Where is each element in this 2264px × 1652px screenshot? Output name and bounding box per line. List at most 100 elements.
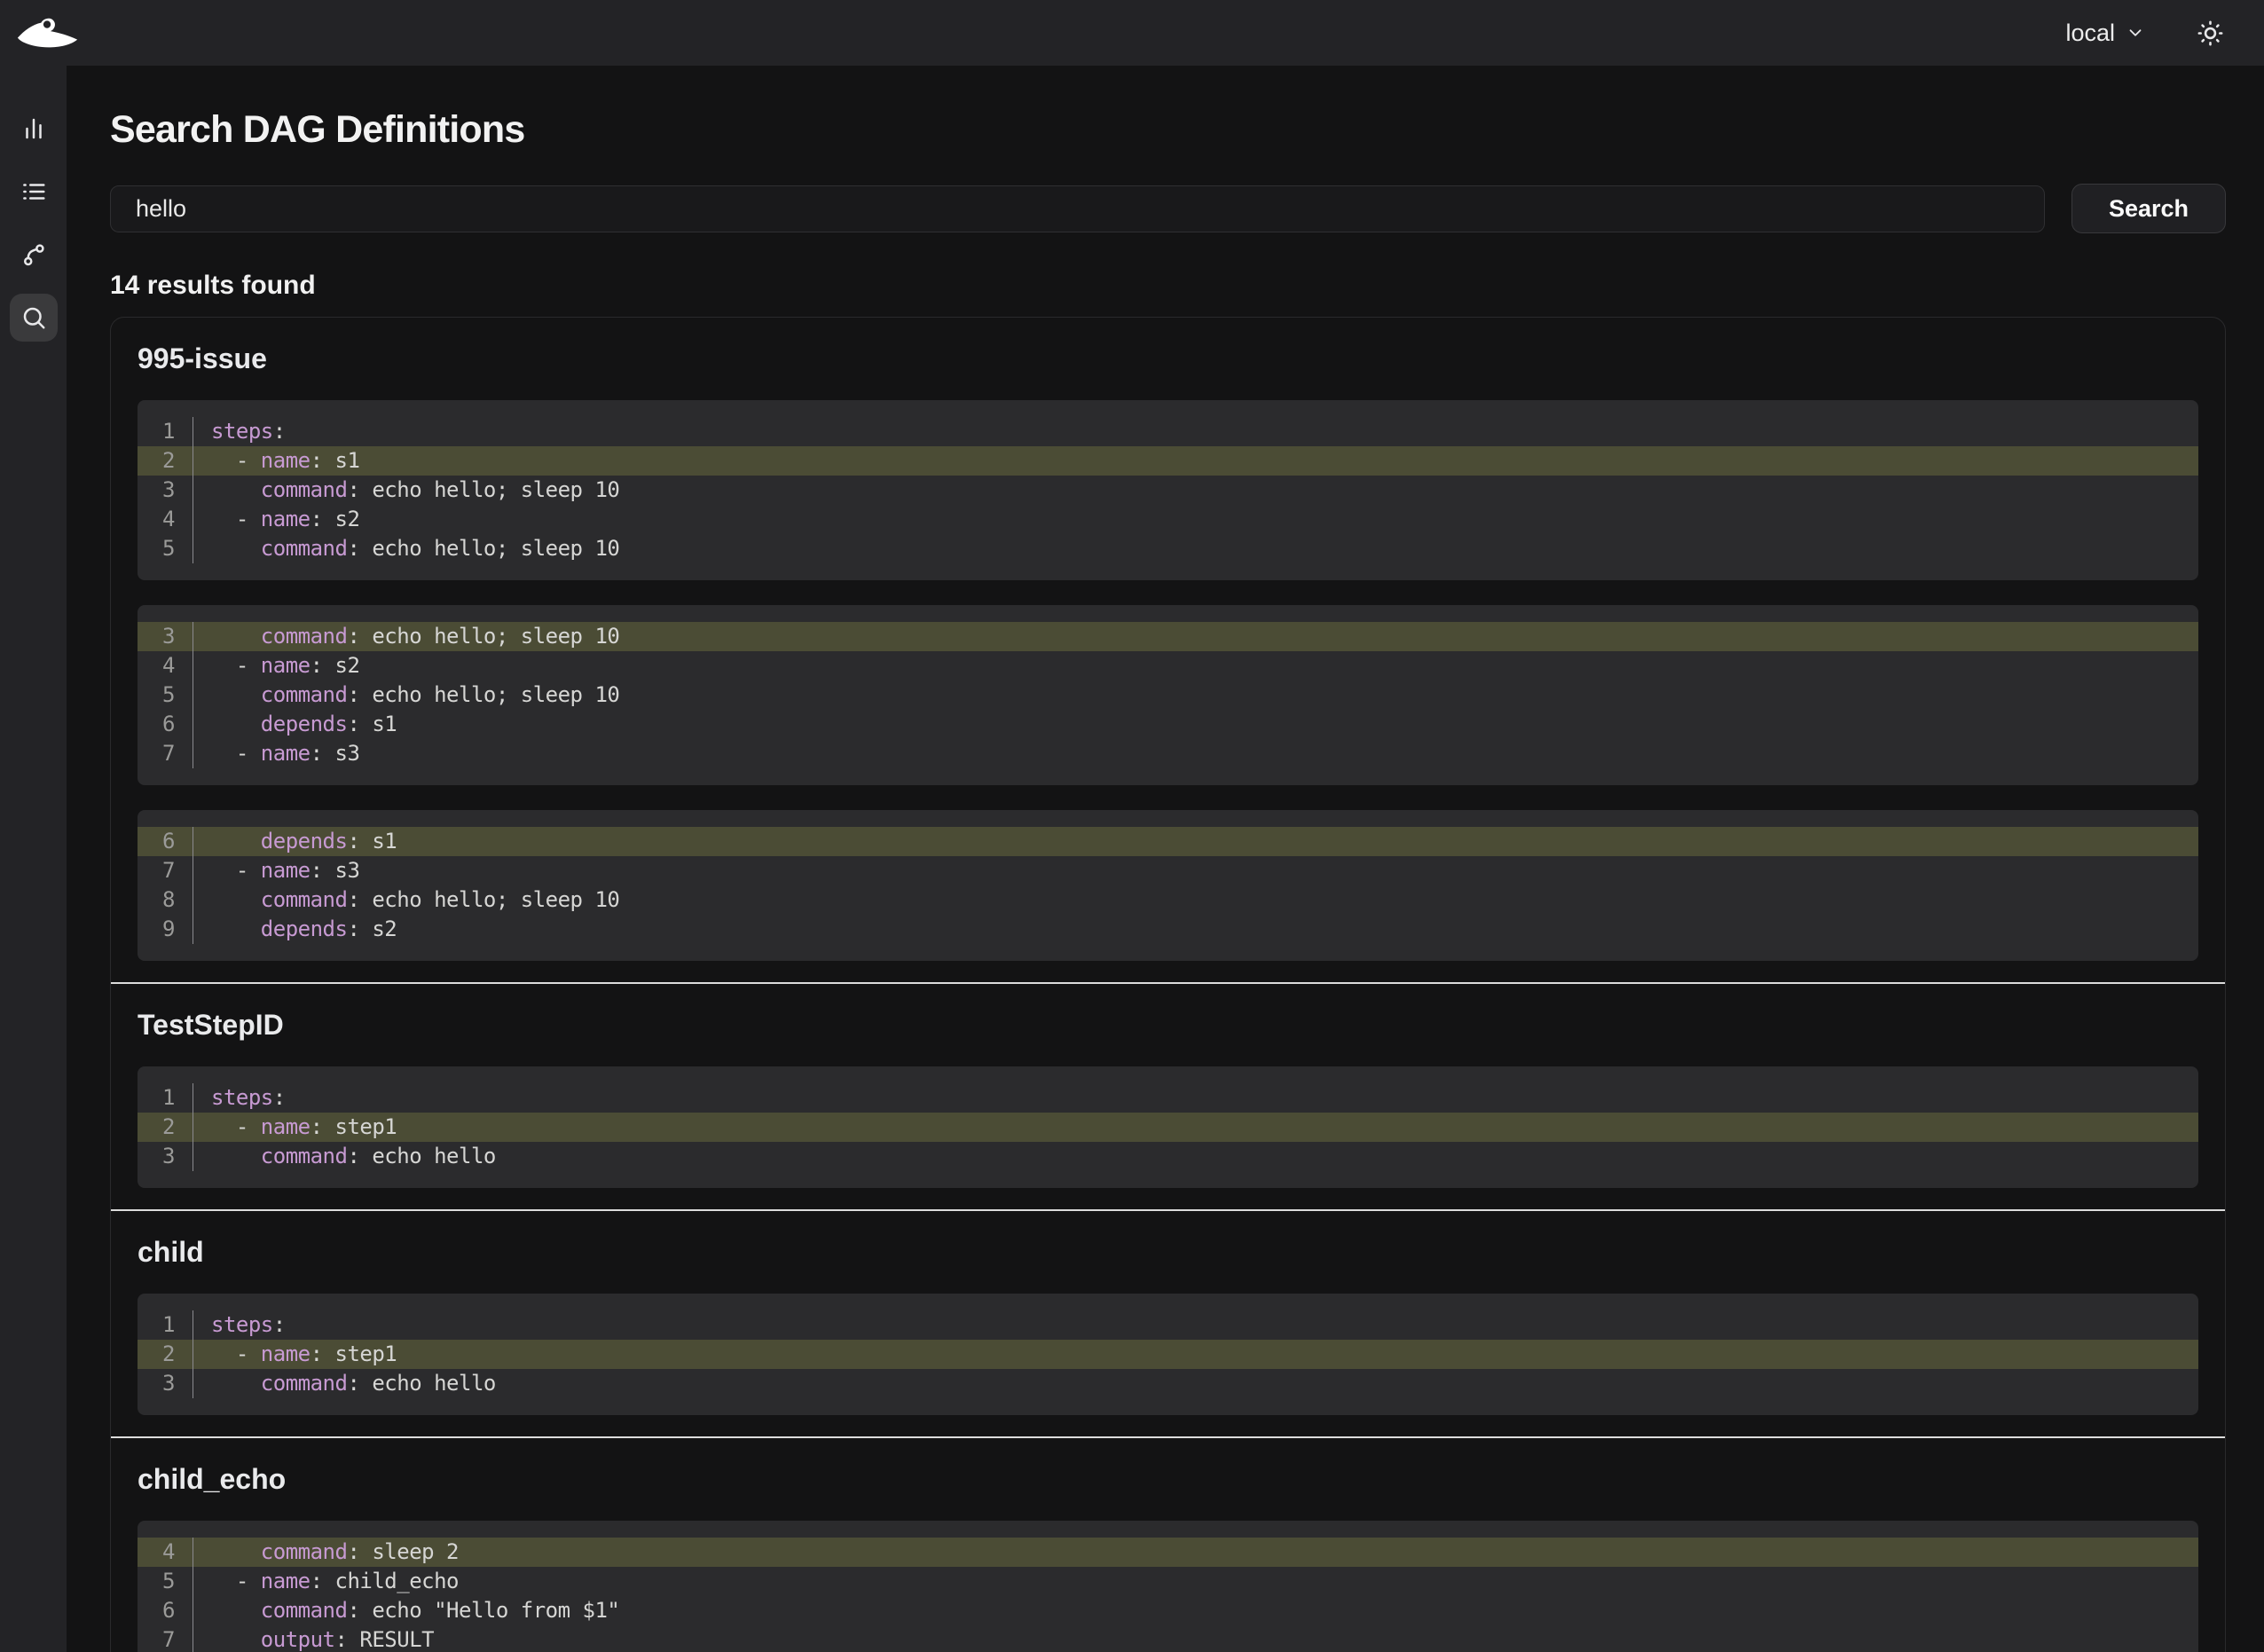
yaml-key: command [261, 624, 348, 649]
theme-toggle-button[interactable] [2197, 20, 2224, 47]
yaml-key: name [261, 1341, 311, 1366]
yaml-key: name [261, 1569, 311, 1593]
code-line: 3 command: echo hello [138, 1142, 2198, 1171]
code-text: command: echo "Hello from $1" [193, 1596, 2198, 1625]
code-text: depends: s2 [193, 915, 2198, 944]
line-number: 6 [138, 1596, 193, 1625]
results-container: 995-issue1steps:2 - name: s13 command: e… [110, 317, 2226, 1652]
main-content: Search DAG Definitions Search 14 results… [67, 66, 2264, 1652]
search-input[interactable] [110, 185, 2045, 232]
dag-definition-snippet[interactable]: 3 command: echo hello; sleep 104 - name:… [138, 605, 2198, 785]
yaml-key: name [261, 507, 311, 531]
dag-definition-snippet[interactable]: 6 depends: s17 - name: s38 command: echo… [138, 810, 2198, 961]
search-result: 995-issue1steps:2 - name: s13 command: e… [111, 318, 2225, 982]
code-text: command: echo hello; sleep 10 [193, 476, 2198, 505]
app-logo[interactable] [16, 13, 85, 52]
dag-name[interactable]: 995-issue [138, 342, 2198, 375]
environment-selector[interactable]: local [2065, 20, 2145, 47]
line-number: 3 [138, 1369, 193, 1398]
code-line: 3 command: echo hello [138, 1369, 2198, 1398]
yaml-key: name [261, 741, 311, 766]
line-number: 5 [138, 680, 193, 710]
code-line-highlighted: 2 - name: s1 [138, 446, 2198, 476]
search-result: TestStepID1steps:2 - name: step13 comman… [111, 982, 2225, 1209]
sidebar-item-workflows[interactable] [10, 231, 58, 279]
sidebar-item-dag-list[interactable] [10, 168, 58, 216]
code-text: - name: s1 [193, 446, 2198, 476]
search-row: Search [110, 184, 2226, 233]
yaml-key: command [261, 887, 348, 912]
sidebar-item-search[interactable] [10, 294, 58, 342]
search-result: child_echo 4 command: sleep 25 - name: ch… [111, 1436, 2225, 1652]
code-line-highlighted: 6 depends: s1 [138, 827, 2198, 856]
yaml-key: command [261, 536, 348, 561]
yaml-key: steps [211, 419, 273, 444]
line-number: 1 [138, 1083, 193, 1113]
code-line: 6 depends: s1 [138, 710, 2198, 739]
results-count: 14 results found [110, 271, 2226, 301]
dag-name[interactable]: child_echo [138, 1463, 2198, 1496]
code-text: steps: [193, 1083, 2198, 1113]
yaml-key: output [261, 1627, 335, 1652]
code-line: 5 command: echo hello; sleep 10 [138, 534, 2198, 563]
code-text: command: echo hello; sleep 10 [193, 680, 2198, 710]
line-number: 4 [138, 651, 193, 680]
yaml-key: name [261, 1114, 311, 1139]
dagu-bird-icon [16, 16, 80, 50]
code-text: - name: s3 [193, 856, 2198, 885]
yaml-key: steps [211, 1085, 273, 1110]
search-button[interactable]: Search [2071, 184, 2226, 233]
code-text: command: echo hello; sleep 10 [193, 622, 2198, 651]
dag-definition-snippet[interactable]: 1steps:2 - name: s13 command: echo hello… [138, 400, 2198, 580]
code-line: 1steps: [138, 417, 2198, 446]
code-line: 3 command: echo hello; sleep 10 [138, 476, 2198, 505]
bar-chart-icon [20, 115, 47, 142]
code-text: - name: step1 [193, 1113, 2198, 1142]
list-icon [20, 178, 47, 205]
code-text: steps: [193, 1310, 2198, 1340]
line-number: 7 [138, 856, 193, 885]
code-line: 4 - name: s2 [138, 651, 2198, 680]
code-text: command: echo hello; sleep 10 [193, 885, 2198, 915]
dag-name[interactable]: child [138, 1236, 2198, 1269]
page-title: Search DAG Definitions [110, 108, 2226, 152]
search-result: child 1steps:2 - name: step13 command: ec… [111, 1209, 2225, 1436]
line-number: 7 [138, 1625, 193, 1652]
line-number: 9 [138, 915, 193, 944]
code-text: - name: step1 [193, 1340, 2198, 1369]
line-number: 5 [138, 1567, 193, 1596]
yaml-key: command [261, 1539, 348, 1564]
yaml-key: command [261, 1144, 348, 1168]
code-text: command: echo hello [193, 1369, 2198, 1398]
yaml-key: name [261, 858, 311, 883]
code-text: depends: s1 [193, 710, 2198, 739]
yaml-key: depends [261, 712, 348, 736]
dag-definition-snippet[interactable]: 1steps:2 - name: step13 command: echo he… [138, 1294, 2198, 1415]
code-line: 5 - name: child_echo [138, 1567, 2198, 1596]
code-line-highlighted: 4 command: sleep 2 [138, 1538, 2198, 1567]
line-number: 4 [138, 505, 193, 534]
top-bar: local [0, 0, 2264, 66]
line-number: 1 [138, 417, 193, 446]
sun-icon [2197, 20, 2224, 47]
line-number: 2 [138, 446, 193, 476]
dag-definition-snippet[interactable]: 1steps:2 - name: step13 command: echo he… [138, 1066, 2198, 1188]
code-text: command: sleep 2 [193, 1538, 2198, 1567]
dag-name[interactable]: TestStepID [138, 1009, 2198, 1042]
sidebar-item-dashboard[interactable] [10, 105, 58, 153]
line-number: 6 [138, 827, 193, 856]
line-number: 6 [138, 710, 193, 739]
yaml-key: name [261, 653, 311, 678]
dag-definition-snippet[interactable]: 4 command: sleep 25 - name: child_echo6 … [138, 1521, 2198, 1652]
line-number: 1 [138, 1310, 193, 1340]
code-line: 4 - name: s2 [138, 505, 2198, 534]
code-text: - name: s2 [193, 505, 2198, 534]
environment-label: local [2065, 20, 2115, 47]
code-text: steps: [193, 417, 2198, 446]
code-text: - name: child_echo [193, 1567, 2198, 1596]
line-number: 3 [138, 1142, 193, 1171]
code-line: 7 - name: s3 [138, 739, 2198, 768]
code-line: 6 command: echo "Hello from $1" [138, 1596, 2198, 1625]
code-line-highlighted: 2 - name: step1 [138, 1340, 2198, 1369]
line-number: 5 [138, 534, 193, 563]
